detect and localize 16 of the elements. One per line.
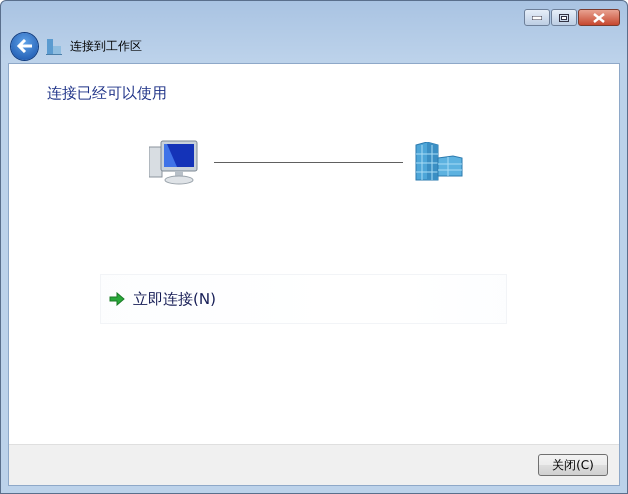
maximize-icon (559, 14, 569, 22)
back-arrow-icon (16, 39, 32, 53)
buildings-icon (46, 37, 62, 55)
close-button[interactable]: 关闭(C) (538, 454, 608, 476)
status-heading: 连接已经可以使用 (47, 84, 168, 103)
window-title: 连接到工作区 (70, 38, 142, 54)
close-icon (593, 12, 605, 22)
computer-icon (149, 139, 199, 185)
close-window-button[interactable] (578, 9, 620, 26)
connect-now-link[interactable]: 立即连接(N) (101, 275, 506, 323)
minimize-icon (532, 16, 542, 20)
back-button[interactable] (11, 32, 38, 60)
maximize-button[interactable] (551, 9, 577, 26)
building-icon (413, 142, 463, 182)
arrow-icon (109, 292, 125, 306)
minimize-button[interactable] (524, 9, 550, 26)
